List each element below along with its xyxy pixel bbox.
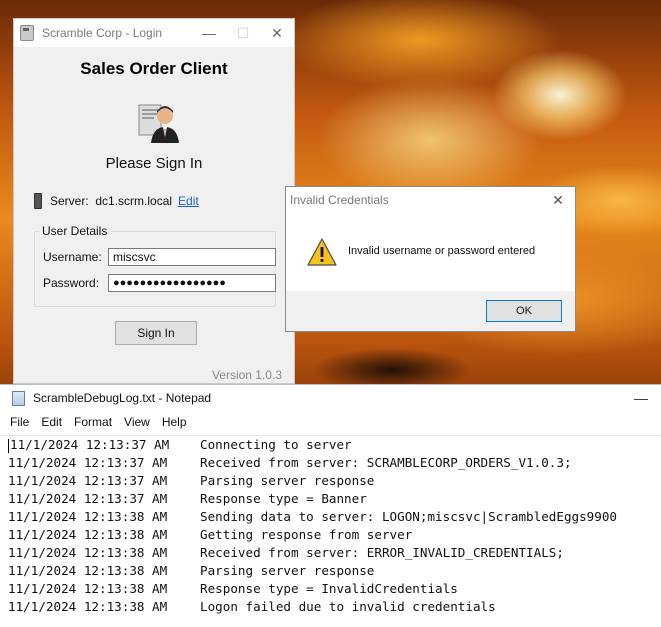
warning-icon <box>307 238 337 266</box>
minimize-icon[interactable]: — <box>192 25 226 41</box>
invalid-credentials-dialog: Invalid Credentials ✕ Invalid username o… <box>285 186 576 332</box>
log-message: Received from server: ERROR_INVALID_CRED… <box>200 545 564 560</box>
notepad-title: ScrambleDebugLog.txt - Notepad <box>33 391 212 405</box>
log-line: 11/1/2024 12:13:38 AM Logon failed due to… <box>8 598 661 616</box>
menu-help[interactable]: Help <box>156 415 193 429</box>
close-icon[interactable]: ✕ <box>260 25 294 42</box>
notepad-titlebar[interactable]: ScrambleDebugLog.txt - Notepad — <box>0 385 661 411</box>
log-message: Getting response from server <box>200 527 413 542</box>
user-details-group: User Details Username: miscsvc Password:… <box>34 224 276 307</box>
log-line: 11/1/2024 12:13:38 AM Response type = Inv… <box>8 580 661 598</box>
dialog-close-icon[interactable]: ✕ <box>541 192 575 209</box>
log-message: Response type = Banner <box>200 491 367 506</box>
log-message: Connecting to server <box>200 437 352 452</box>
username-field[interactable]: miscsvc <box>108 248 276 266</box>
server-value: dc1.scrm.local <box>95 194 173 208</box>
dialog-body: Invalid username or password entered <box>286 213 575 291</box>
server-row: Server: dc1.scrm.local Edit <box>34 193 199 209</box>
server-icon <box>34 193 42 209</box>
maximize-icon: ☐ <box>236 24 250 41</box>
sign-in-caption: Please Sign In <box>105 155 203 172</box>
log-message: Logon failed due to invalid credentials <box>200 599 496 614</box>
edit-server-link[interactable]: Edit <box>178 194 199 208</box>
ok-button[interactable]: OK <box>486 300 562 322</box>
log-time: 11/1/2024 12:13:38 AM <box>8 563 168 578</box>
password-label: Password: <box>43 276 100 290</box>
text-caret <box>8 438 9 453</box>
notepad-icon <box>12 390 25 406</box>
log-line: 11/1/2024 12:13:37 AM Parsing server resp… <box>8 472 661 490</box>
log-time: 11/1/2024 12:13:38 AM <box>8 599 168 614</box>
dialog-title: Invalid Credentials <box>290 193 389 207</box>
menu-format[interactable]: Format <box>68 415 118 429</box>
log-line: 11/1/2024 12:13:38 AM Sending data to ser… <box>8 508 661 526</box>
log-message: Response type = InvalidCredentials <box>200 581 458 596</box>
notepad-text-area[interactable]: 11/1/2024 12:13:37 AM Connecting to serve… <box>0 435 661 627</box>
log-message: Parsing server response <box>200 563 375 578</box>
log-time: 11/1/2024 12:13:37 AM <box>8 473 168 488</box>
log-time: 11/1/2024 12:13:37 AM <box>8 455 168 470</box>
password-row: Password: ●●●●●●●●●●●●●●●●● <box>43 274 276 292</box>
log-line: 11/1/2024 12:13:38 AM Received from serve… <box>8 544 661 562</box>
log-message: Received from server: SCRAMBLECORP_ORDER… <box>200 455 572 470</box>
login-window-title: Scramble Corp - Login <box>42 26 163 40</box>
log-time: 11/1/2024 12:13:38 AM <box>8 545 168 560</box>
password-field[interactable]: ●●●●●●●●●●●●●●●●● <box>108 274 276 292</box>
app-heading: Sales Order Client <box>80 59 228 78</box>
log-line: 11/1/2024 12:13:38 AM Parsing server resp… <box>8 562 661 580</box>
notepad-menubar: File Edit Format View Help <box>0 411 661 433</box>
login-titlebar[interactable]: Scramble Corp - Login — ☐ ✕ <box>14 19 294 47</box>
log-line: 11/1/2024 12:13:37 AM Response type = Ban… <box>8 490 661 508</box>
server-label: Server: <box>50 194 89 208</box>
log-message: Sending data to server: LOGON;miscsvc|Sc… <box>200 509 618 524</box>
dialog-message: Invalid username or password entered <box>348 245 536 257</box>
tree-silhouette <box>292 330 492 390</box>
minimize-icon[interactable]: — <box>621 390 661 406</box>
log-time: 11/1/2024 12:13:38 AM <box>8 527 168 542</box>
username-label: Username: <box>43 250 102 264</box>
login-window: Scramble Corp - Login — ☐ ✕ Sales Order … <box>13 18 295 384</box>
notepad-window: ScrambleDebugLog.txt - Notepad — File Ed… <box>0 384 661 627</box>
log-time: 11/1/2024 12:13:37 AM <box>10 437 170 452</box>
dialog-titlebar[interactable]: Invalid Credentials ✕ <box>286 187 575 213</box>
log-time: 11/1/2024 12:13:38 AM <box>8 581 168 596</box>
log-line: 11/1/2024 12:13:37 AM Received from serve… <box>8 454 661 472</box>
username-row: Username: miscsvc <box>43 248 276 266</box>
app-icon <box>20 25 34 41</box>
log-line: 11/1/2024 12:13:38 AM Getting response fr… <box>8 526 661 544</box>
menu-edit[interactable]: Edit <box>35 415 68 429</box>
version-label: Version 1.0.3 <box>211 368 282 382</box>
log-time: 11/1/2024 12:13:38 AM <box>8 509 168 524</box>
log-message: Parsing server response <box>200 473 375 488</box>
log-time: 11/1/2024 12:13:37 AM <box>8 491 168 506</box>
user-details-legend: User Details <box>39 224 111 238</box>
menu-file[interactable]: File <box>0 415 35 429</box>
sign-in-button[interactable]: Sign In <box>115 321 197 345</box>
user-avatar-icon <box>138 104 179 143</box>
log-line: 11/1/2024 12:13:37 AM Connecting to serve… <box>8 436 661 454</box>
menu-view[interactable]: View <box>118 415 156 429</box>
